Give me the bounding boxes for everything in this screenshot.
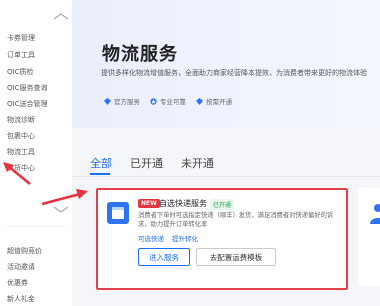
diamond-icon: [196, 97, 203, 105]
tab-not-activated[interactable]: 未开通: [181, 155, 214, 171]
badge-reliable: 专业可靠: [150, 96, 186, 106]
tag-improve-conversion[interactable]: 提升转化: [172, 233, 198, 243]
badge-label: 按需开通: [206, 98, 232, 106]
sidebar-item-coupon[interactable]: 卡券管理: [7, 33, 35, 43]
tab-bar: 全部 已开通 未开通: [90, 155, 214, 171]
diamond-icon: [104, 97, 111, 105]
page-description: 提供多样化物流增值服务，全面助力商家经营降本提效，为消费者带来更好的物流体验: [101, 69, 367, 77]
sidebar-item-logistics-tools[interactable]: 物流工具: [7, 147, 35, 157]
sidebar-item-qic-manage[interactable]: QIC送合管理: [7, 99, 47, 109]
main-content: 物流服务 提供多样化物流增值服务，全面助力商家经营降本提效，为消费者带来更好的物…: [72, 0, 380, 306]
user-icon: [370, 204, 380, 224]
new-badge: NEW: [138, 199, 160, 208]
star-icon: [150, 97, 157, 105]
chevron-up-icon[interactable]: [52, 12, 70, 22]
sidebar-item-activity-invite[interactable]: 活动邀请: [7, 262, 35, 272]
service-card-next[interactable]: [358, 188, 380, 286]
tag-optional-express[interactable]: 可选快递: [138, 233, 164, 243]
service-name: 自选快递服务: [159, 199, 207, 208]
enter-service-button[interactable]: 进入服务: [138, 248, 190, 266]
sidebar-item-qic-check[interactable]: QIC质检: [7, 67, 33, 77]
badge-official: 官方服务: [104, 96, 140, 106]
sidebar-item-bidding[interactable]: 超值购竞价: [7, 246, 42, 256]
header-banner: 物流服务 提供多样化物流增值服务，全面助力商家经营降本提效，为消费者带来更好的物…: [72, 0, 380, 128]
tabs-divider: [72, 176, 380, 177]
sidebar-item-new-gift[interactable]: 新人礼金: [7, 294, 35, 304]
active-tab-indicator: [90, 173, 110, 175]
tab-activated[interactable]: 已开通: [130, 155, 163, 171]
service-tags: 可选快递 提升转化: [138, 233, 198, 243]
badge-label: 专业可靠: [160, 98, 186, 106]
sidebar-item-order-tools[interactable]: 订单工具: [7, 50, 35, 60]
sidebar-item-logistics-diag[interactable]: 物流诊断: [7, 115, 35, 125]
service-description: 消费者下单时可选指定快递（顺丰）发货，满足消费者对快递偏好的诉求，助力提升订单转…: [138, 212, 334, 228]
annotation-arrow-card: [41, 189, 88, 206]
sidebar-divider: [7, 226, 66, 227]
service-card-custom-express[interactable]: NEW 自选快递服务 已开通 消费者下单时可选指定快递（顺丰）发货，满足消费者对…: [96, 188, 348, 290]
configure-shipping-template-button[interactable]: 去配置运费模板: [196, 248, 276, 266]
express-service-icon: [107, 202, 129, 224]
feature-badges: 官方服务 专业可靠 按需开通: [104, 96, 232, 106]
sidebar: 卡券管理 订单工具 QIC质检 QIC服务查询 QIC送合管理 物流诊断 包裹中…: [0, 0, 73, 306]
badge-on-demand: 按需开通: [196, 96, 232, 106]
badge-label: 官方服务: [114, 98, 140, 106]
sidebar-item-coupons[interactable]: 优惠券: [7, 278, 28, 288]
tab-all[interactable]: 全部: [90, 155, 112, 171]
sidebar-item-package-center[interactable]: 包裹中心: [7, 131, 35, 141]
sidebar-item-qic-query[interactable]: QIC服务查询: [7, 83, 47, 93]
status-badge: 已开通: [210, 199, 235, 210]
annotation-arrow-sidebar: [3, 162, 31, 185]
page-title: 物流服务: [102, 44, 178, 65]
